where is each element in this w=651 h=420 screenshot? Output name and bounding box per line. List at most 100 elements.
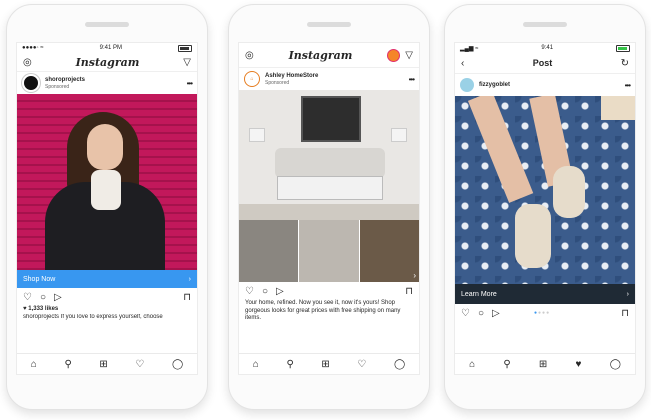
bookmark-icon[interactable]: ⊓ bbox=[621, 308, 629, 319]
share-icon[interactable]: ▷ bbox=[492, 308, 500, 319]
chevron-right-icon: › bbox=[188, 275, 191, 283]
search-icon[interactable]: ⚲ bbox=[503, 359, 510, 370]
box-corner bbox=[601, 96, 635, 120]
profile-icon[interactable]: ◯ bbox=[610, 359, 621, 370]
tab-bar: ⌂ ⚲ ⊞ ♥ ◯ bbox=[455, 353, 635, 374]
thumbnail-3[interactable]: › bbox=[359, 220, 419, 282]
comment-icon[interactable]: ○ bbox=[478, 308, 484, 319]
share-icon[interactable]: ▷ bbox=[276, 286, 284, 297]
activity-heart-icon[interactable]: ♡ bbox=[357, 359, 366, 370]
add-post-icon[interactable]: ⊞ bbox=[99, 359, 107, 370]
add-post-icon[interactable]: ⊞ bbox=[321, 359, 329, 370]
shoe-left bbox=[515, 204, 551, 268]
comment-icon[interactable]: ○ bbox=[40, 292, 46, 303]
post-header: ⌂ Ashley HomeStore Sponsored ••• bbox=[239, 68, 419, 90]
top-nav: ‹ Post ↻ bbox=[455, 53, 635, 74]
battery-icon bbox=[615, 44, 630, 52]
search-icon[interactable]: ⚲ bbox=[64, 359, 71, 370]
post-image-main bbox=[239, 90, 419, 220]
top-nav: ◎ Instagram ▽ bbox=[239, 43, 419, 68]
more-options-icon[interactable]: ••• bbox=[187, 79, 193, 88]
heart-icon[interactable]: ♡ bbox=[461, 308, 470, 319]
heart-icon[interactable]: ♡ bbox=[245, 286, 254, 297]
coffee-table bbox=[277, 176, 383, 200]
post-actions: ♡ ○ ▷ ⊓ bbox=[17, 288, 197, 306]
sponsored-label: Sponsored bbox=[265, 79, 290, 86]
camera-icon[interactable]: ◎ bbox=[245, 50, 254, 61]
avatar[interactable] bbox=[22, 74, 40, 92]
profile-icon[interactable]: ◯ bbox=[394, 359, 405, 370]
speaker bbox=[523, 22, 567, 27]
tab-bar: ⌂ ⚲ ⊞ ♡ ◯ bbox=[17, 353, 197, 374]
home-icon[interactable]: ⌂ bbox=[469, 359, 475, 370]
more-options-icon: ••• bbox=[624, 80, 631, 90]
bookmark-icon[interactable]: ⊓ bbox=[183, 292, 191, 303]
carousel-dots: ●●●● bbox=[534, 310, 551, 316]
leg-left bbox=[467, 96, 534, 203]
share-icon[interactable]: ▷ bbox=[54, 292, 62, 303]
person-sweater bbox=[91, 170, 121, 210]
likes-count: ♥ 1,333 likes bbox=[23, 306, 59, 312]
post-username[interactable]: shoroprojects bbox=[45, 77, 85, 84]
post-image bbox=[17, 94, 197, 270]
post-caption: Your home, refined. Now you see it, now … bbox=[245, 300, 401, 321]
speaker bbox=[85, 22, 129, 27]
phone-2: ◎ Instagram ▽ ⌂ Ashley HomeStore Sponsor… bbox=[228, 4, 430, 410]
top-nav: ◎ Instagram ▽ bbox=[17, 53, 197, 72]
thumbnail-2[interactable] bbox=[299, 220, 359, 282]
post-username[interactable]: Ashley HomeStore bbox=[265, 73, 318, 80]
avatar[interactable] bbox=[460, 78, 474, 92]
home-icon[interactable]: ⌂ bbox=[253, 359, 259, 370]
signal-indicator: ●●●●◦ ≈ bbox=[22, 45, 44, 51]
profile-icon[interactable]: ◯ bbox=[172, 359, 183, 370]
rug bbox=[239, 204, 419, 220]
thumbnail-1[interactable] bbox=[239, 220, 299, 282]
heart-icon[interactable]: ♡ bbox=[23, 292, 32, 303]
back-arrow-icon[interactable]: ‹ bbox=[461, 58, 464, 69]
cta-bar[interactable]: Shop Now › bbox=[17, 270, 197, 288]
sofa bbox=[275, 148, 385, 178]
lamp-left bbox=[249, 128, 265, 142]
camera-icon[interactable]: ◎ bbox=[23, 57, 32, 68]
sponsored-label: Sponsored bbox=[45, 83, 70, 90]
post-header: shoroprojects Sponsored ••• bbox=[17, 72, 197, 94]
screen-1: ●●●●◦ ≈ 9:41 PM ◎ Instagram ▽ shoroproje… bbox=[16, 42, 198, 375]
cta-bar[interactable]: Learn More › bbox=[455, 284, 635, 304]
lamp-right bbox=[391, 128, 407, 142]
status-time: 9:41 bbox=[541, 45, 554, 51]
chevron-right-icon: › bbox=[413, 271, 416, 280]
story-avatar[interactable] bbox=[387, 48, 401, 62]
brand-logo[interactable]: ⌂ bbox=[244, 71, 260, 87]
direct-message-icon[interactable]: ▽ bbox=[183, 57, 191, 68]
post-username[interactable]: fizzygoblet bbox=[479, 82, 510, 89]
carousel-thumbnails: › bbox=[239, 220, 419, 282]
direct-message-icon[interactable]: ▽ bbox=[405, 50, 413, 61]
battery-icon bbox=[177, 44, 192, 52]
comment-icon[interactable]: ○ bbox=[262, 286, 268, 297]
home-icon[interactable]: ⌂ bbox=[31, 359, 37, 370]
page-title: Post bbox=[532, 58, 553, 68]
instagram-logo: Instagram bbox=[75, 55, 140, 69]
bookmark-icon[interactable]: ⊓ bbox=[405, 286, 413, 297]
status-bar: ●●●●◦ ≈ 9:41 PM bbox=[17, 43, 197, 53]
tab-bar: ⌂ ⚲ ⊞ ♡ ◯ bbox=[239, 353, 419, 374]
activity-heart-icon[interactable]: ♥ bbox=[576, 359, 582, 370]
cta-label: Shop Now bbox=[23, 275, 56, 283]
person-face bbox=[87, 124, 123, 170]
screen-3: ▂▄▆ ≈ 9:41 ‹ Post ↻ fizzygoblet ••• Lear… bbox=[454, 42, 636, 375]
status-time: 9:41 PM bbox=[99, 45, 122, 51]
screen-2: ◎ Instagram ▽ ⌂ Ashley HomeStore Sponsor… bbox=[238, 42, 420, 375]
search-icon[interactable]: ⚲ bbox=[286, 359, 293, 370]
shoe-right bbox=[553, 166, 585, 218]
post-actions: ♡ ○ ▷ ●●●● ⊓ bbox=[455, 304, 635, 322]
more-options-icon[interactable]: ••• bbox=[409, 75, 415, 84]
status-bar: ▂▄▆ ≈ 9:41 bbox=[455, 43, 635, 53]
post-actions: ♡ ○ ▷ ⊓ bbox=[239, 282, 419, 300]
refresh-icon[interactable]: ↻ bbox=[621, 58, 629, 69]
activity-heart-icon[interactable]: ♡ bbox=[135, 359, 144, 370]
add-post-icon[interactable]: ⊞ bbox=[539, 359, 547, 370]
post-image bbox=[455, 96, 635, 284]
phone-3: ▂▄▆ ≈ 9:41 ‹ Post ↻ fizzygoblet ••• Lear… bbox=[444, 4, 646, 410]
signal-indicator: ▂▄▆ ≈ bbox=[460, 45, 479, 52]
speaker bbox=[307, 22, 351, 27]
